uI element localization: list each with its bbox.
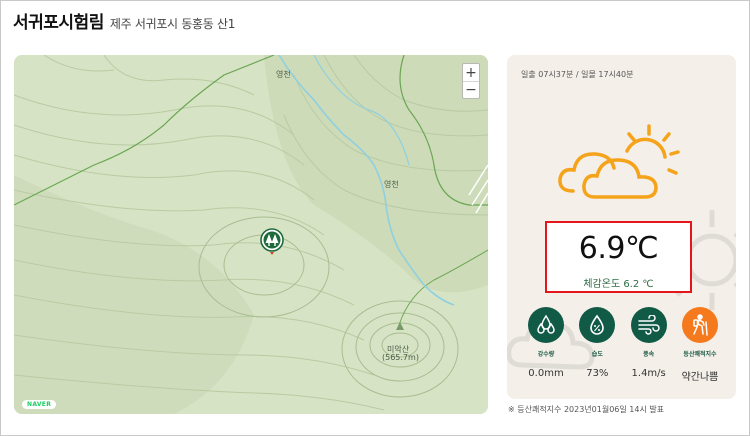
metric-label: 등산쾌적지수 [683,351,717,358]
temperature-box: 6.9℃ 체감온도 6.2 ℃ [545,221,692,293]
map-label-stream: 영천 [276,70,291,79]
metric-value: 1.4m/s [631,368,666,379]
map-provider-logo: NAVER [22,400,57,409]
weather-metrics: 강수량 0.0mm 습도 73% 풍속 1.4m/s 등산쾌적지수 약간나쁨 [523,307,723,383]
peak-icon [396,322,404,330]
partly-cloudy-icon [558,124,680,199]
zoom-in-button[interactable]: + [463,64,479,81]
zoom-out-button[interactable]: − [463,81,479,98]
metric-label: 풍속 [643,351,655,358]
address-text: 제주 서귀포시 동홍동 산1 [109,17,236,31]
sun-times: 일출 07시37분 / 일몰 17시40분 [521,70,634,79]
metric-value: 0.0mm [528,368,564,379]
metric-value: 73% [586,368,609,379]
forest-tree-icon[interactable] [260,228,284,256]
metric-wind: 풍속 1.4m/s [626,307,672,383]
wind-icon [630,307,667,343]
map-view[interactable]: 영천 영천 미악산 (565.7m) + − NAVER [14,55,488,414]
metric-label: 강수량 [537,351,555,358]
zoom-control: + − [462,63,480,99]
metric-precipitation: 강수량 0.0mm [523,307,569,383]
rain-drops-icon [528,307,564,343]
metric-label: 습도 [591,351,603,358]
header: 서귀포시험림 제주 서귀포시 동홍동 산1 [13,8,235,33]
map-label-elevation: (565.7m) [382,353,419,362]
hiker-icon [681,307,718,343]
metric-hiking-index: 등산쾌적지수 약간나쁨 [677,307,723,383]
feels-like-text: 체감온도 6.2 ℃ [583,279,654,290]
map-label-stream: 영천 [384,180,399,189]
weather-panel: 일출 07시37분 / 일몰 17시40분 6.9℃ 체감온도 6.2 ℃ 강수… [507,55,736,399]
page-title: 서귀포시험림 [13,13,104,33]
humidity-drop-icon [579,307,616,343]
hiking-index-footnote: ※ 등산쾌적지수 2023년01월06일 14시 발표 [508,405,665,414]
metric-value: 약간나쁨 [681,372,719,383]
metric-humidity: 습도 73% [574,307,620,383]
temperature-value: 6.9℃ [578,231,659,266]
